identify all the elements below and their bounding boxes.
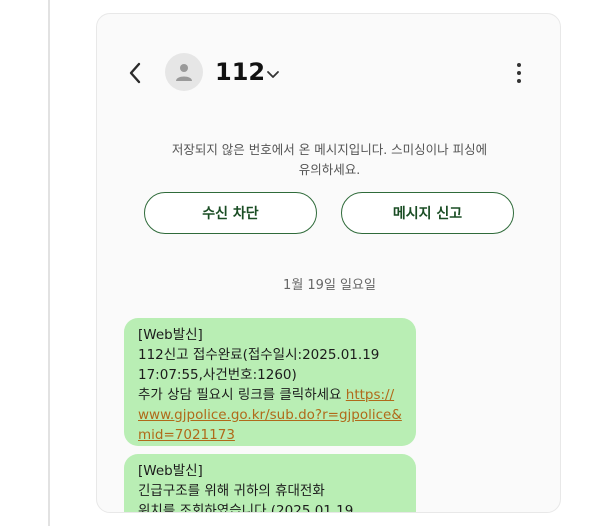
- block-sender-button[interactable]: 수신 차단: [144, 192, 317, 234]
- message-link[interactable]: mid=7021173: [138, 427, 235, 443]
- message-link[interactable]: https://: [346, 387, 394, 403]
- message-text: 17:07:55,사건번호:1260): [138, 367, 297, 383]
- message-text: 긴급구조를 위해 귀하의 휴대전화: [138, 483, 325, 499]
- message-text: 추가 상담 필요시 링크를 클릭하세요: [138, 387, 346, 403]
- spam-warning-line-1: 저장되지 않은 번호에서 온 메시지입니다. 스미싱이나 피싱에: [171, 142, 488, 157]
- back-button[interactable]: [123, 60, 149, 86]
- message-text: [Web발신]: [138, 327, 203, 343]
- contact-title[interactable]: 112: [215, 56, 265, 88]
- message-thread-card: 112 저장되지 않은 번호에서 온 메시지입니다. 스미싱이나 피싱에 유의하…: [96, 13, 561, 513]
- avatar[interactable]: [165, 53, 203, 91]
- chevron-left-icon: [129, 62, 141, 84]
- message-text: 위치를 조회하였습니다.(2025.01.19: [138, 503, 354, 513]
- person-icon: [176, 64, 192, 81]
- report-message-button[interactable]: 메시지 신고: [341, 192, 514, 234]
- more-options-button[interactable]: [511, 60, 527, 86]
- menu-dot: [517, 71, 521, 75]
- date-separator: 1월 19일 일요일: [283, 278, 376, 293]
- menu-dot: [517, 79, 521, 83]
- message-bubble[interactable]: [Web발신] 긴급구조를 위해 귀하의 휴대전화 위치를 조회하였습니다.(2…: [124, 454, 416, 513]
- contact-dropdown-button[interactable]: [265, 66, 281, 78]
- page-divider: [48, 0, 50, 526]
- message-link[interactable]: www.gjpolice.go.kr/sub.do?r=gjpolice&: [138, 407, 402, 423]
- message-bubble[interactable]: [Web발신] 112신고 접수완료(접수일시:2025.01.19 17:07…: [124, 318, 416, 446]
- chevron-down-icon: [267, 71, 279, 78]
- message-text: [Web발신]: [138, 463, 203, 479]
- spam-warning-line-2: 유의하세요.: [298, 162, 361, 177]
- spam-warning: 저장되지 않은 번호에서 온 메시지입니다. 스미싱이나 피싱에 유의하세요.: [137, 140, 522, 180]
- more-vertical-icon: [517, 63, 521, 67]
- message-text: 112신고 접수완료(접수일시:2025.01.19: [138, 347, 380, 363]
